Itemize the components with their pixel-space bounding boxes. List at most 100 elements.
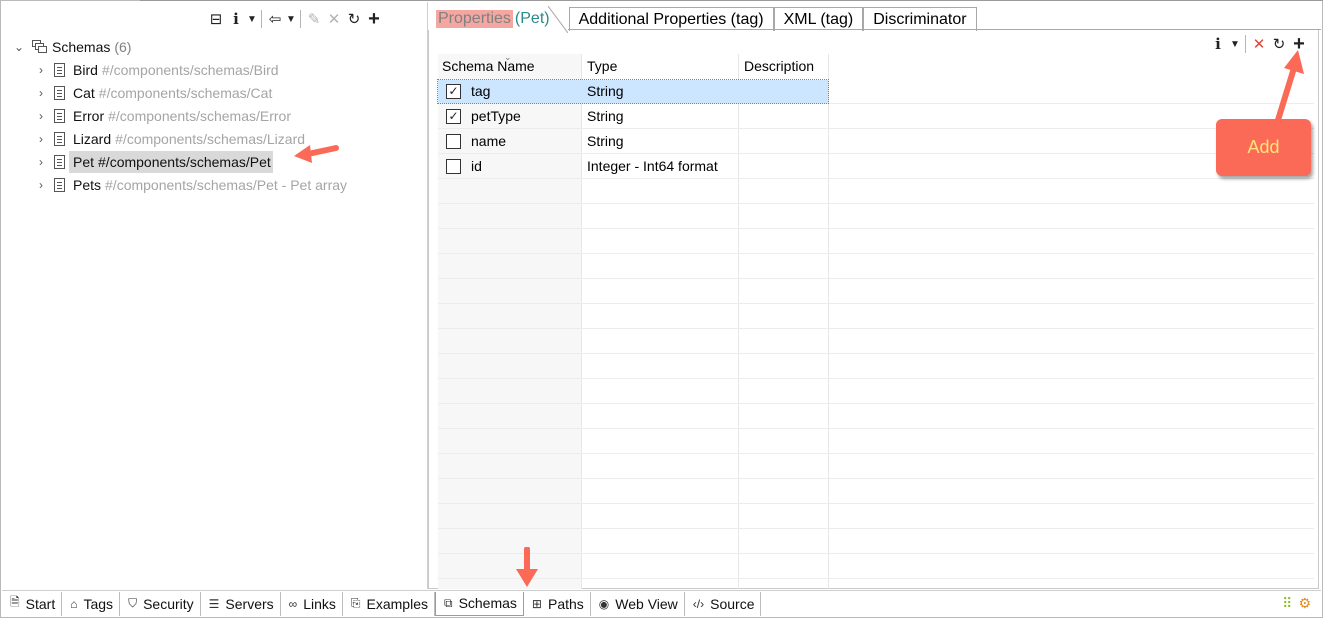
chevron-down-icon[interactable]: ⌄ <box>12 40 26 54</box>
table-row[interactable]: ✓ petType String <box>438 104 1314 129</box>
schema-doc-icon <box>54 109 65 123</box>
bottom-tab-label: Security <box>143 595 194 612</box>
schema-tree-panel: ⊟ i ▼ ⇦ ▼ ✎ ✕ ↻ + ⌄ Schemas (6) › Bird #… <box>2 2 428 589</box>
bottom-tab-security[interactable]: ⛉ Security <box>120 591 201 616</box>
globe-icon: ◉ <box>598 596 610 611</box>
export-icon[interactable]: ⇦ <box>265 9 285 29</box>
table-row[interactable]: ✓ tag String <box>437 79 1314 104</box>
info-icon[interactable]: i <box>226 9 246 29</box>
bottom-tab-label: Examples <box>366 595 428 612</box>
row-checkbox[interactable]: ✓ <box>446 83 461 99</box>
row-checkbox[interactable]: ✓ <box>446 108 461 124</box>
delete-icon[interactable]: ✕ <box>324 9 344 29</box>
empty-row <box>438 204 1314 229</box>
selected-row-highlight <box>437 79 829 104</box>
bottom-tab-label: Schemas <box>458 595 517 611</box>
empty-row <box>438 529 1314 554</box>
schema-doc-icon <box>54 178 65 192</box>
bottom-tab-links[interactable]: ∞ Links <box>281 591 343 616</box>
table-row[interactable]: name String <box>438 129 1314 154</box>
annotation-arrow-pet <box>294 145 339 163</box>
schema-doc-icon <box>54 132 65 146</box>
row-checkbox[interactable] <box>446 158 461 174</box>
status-icons: ⠿ ⚙ <box>1282 595 1311 612</box>
column-header-description[interactable]: Description <box>744 54 814 78</box>
tree-toolbar: ⊟ i ▼ ⇦ ▼ ✎ ✕ ↻ + <box>206 8 384 30</box>
schemas-icon <box>32 40 48 54</box>
tree-item[interactable]: › Lizard #/components/schemas/Lizard <box>34 128 305 150</box>
tree-root-count: (6) <box>114 39 132 55</box>
details-panel: Properties (Pet) Additional Properties (… <box>428 2 1321 589</box>
tree-item-path: #/components/schemas/Cat <box>98 85 273 101</box>
tree-item[interactable]: › Cat #/components/schemas/Cat <box>34 82 272 104</box>
schema-doc-icon <box>54 155 65 169</box>
bottom-tab-source[interactable]: ‹/› Source <box>685 591 762 616</box>
bottom-tab-bar: 🗎 Start ⌂ Tags ⛉ Security ☰ Servers ∞ Links ⎘… <box>2 590 1321 616</box>
tree-item-name: Bird <box>73 62 98 78</box>
dropdown-icon[interactable]: ▼ <box>1228 34 1242 54</box>
grid-dots-icon[interactable]: ⠿ <box>1282 595 1292 612</box>
gears-icon[interactable]: ⚙ <box>1298 595 1311 612</box>
bottom-tab-servers[interactable]: ☰ Servers <box>201 591 281 616</box>
tab-properties[interactable]: Properties (Pet) <box>428 5 569 33</box>
tab-properties-context: (Pet) <box>514 9 550 27</box>
chevron-right-icon[interactable]: › <box>34 86 48 100</box>
tab-xml[interactable]: XML (tag) <box>773 7 864 31</box>
tab-additional-properties[interactable]: Additional Properties (tag) <box>568 7 774 31</box>
empty-row <box>438 504 1314 529</box>
bottom-tab-paths[interactable]: ⊞ Paths <box>524 591 591 616</box>
bottom-tab-label: Start <box>25 595 56 612</box>
tree-item[interactable]: › Pets #/components/schemas/Pet - Pet ar… <box>34 174 347 196</box>
tree-item-selected[interactable]: › Pet #/components/schemas/Pet <box>34 151 273 173</box>
tree-root-schemas[interactable]: ⌄ Schemas (6) <box>12 36 132 58</box>
chevron-right-icon[interactable]: › <box>34 132 48 146</box>
bottom-tab-web-view[interactable]: ◉ Web View <box>591 591 685 616</box>
edit-icon[interactable]: ✎ <box>304 9 324 29</box>
bottom-tab-examples[interactable]: ⎘ Examples <box>343 591 435 616</box>
info-icon[interactable]: i <box>1208 34 1228 54</box>
bottom-tab-label: Web View <box>615 595 678 612</box>
refresh-icon[interactable]: ↻ <box>344 9 364 29</box>
row-checkbox[interactable] <box>446 133 461 149</box>
bottom-tab-label: Paths <box>547 595 584 612</box>
bottom-tab-label: Tags <box>83 595 114 612</box>
annotation-arrow-add <box>1275 50 1304 123</box>
tab-properties-label: Properties <box>436 9 513 28</box>
empty-row <box>438 354 1314 379</box>
tab-discriminator[interactable]: Discriminator <box>863 7 977 31</box>
tree-item-path: #/components/schemas/Lizard <box>115 131 306 147</box>
delete-icon[interactable]: ✕ <box>1249 34 1269 54</box>
chevron-right-icon[interactable]: › <box>34 109 48 123</box>
tree-item-name: Error <box>73 108 105 124</box>
column-header-schema-name[interactable]: Schema Name <box>442 54 535 78</box>
row-name: tag <box>471 83 491 99</box>
link-icon: ∞ <box>288 596 298 611</box>
chevron-right-icon[interactable]: › <box>34 63 48 77</box>
bottom-tab-schemas[interactable]: ⧉ Schemas <box>434 591 524 616</box>
toolbar-separator <box>300 10 301 28</box>
tree-item[interactable]: › Bird #/components/schemas/Bird <box>34 59 279 81</box>
chevron-right-icon[interactable]: › <box>34 155 48 169</box>
column-header-type[interactable]: Type <box>587 54 617 78</box>
collapse-icon[interactable]: ⊟ <box>206 9 226 29</box>
empty-row <box>438 454 1314 479</box>
empty-row <box>438 554 1314 579</box>
tag-icon: ⌂ <box>70 596 78 611</box>
tree-item[interactable]: › Error #/components/schemas/Error <box>34 105 291 127</box>
dropdown-icon[interactable]: ▼ <box>246 9 258 29</box>
add-icon[interactable]: + <box>364 8 384 30</box>
empty-row <box>438 179 1314 204</box>
tab-bar: Properties (Pet) Additional Properties (… <box>428 5 977 33</box>
empty-row <box>438 479 1314 504</box>
bottom-tab-tags[interactable]: ⌂ Tags <box>62 591 121 616</box>
paths-icon: ⊞ <box>531 596 542 611</box>
empty-row <box>438 404 1314 429</box>
empty-row <box>438 429 1314 454</box>
row-type: String <box>587 83 624 99</box>
bottom-tab-start[interactable]: 🗎 Start <box>2 591 63 616</box>
top-border <box>140 0 1323 1</box>
chevron-right-icon[interactable]: › <box>34 178 48 192</box>
properties-table: ⌄ Schema Name Type Description ✓ tag Str… <box>437 52 1314 589</box>
table-row[interactable]: id Integer - Int64 format <box>438 154 1314 179</box>
dropdown-icon[interactable]: ▼ <box>285 9 297 29</box>
